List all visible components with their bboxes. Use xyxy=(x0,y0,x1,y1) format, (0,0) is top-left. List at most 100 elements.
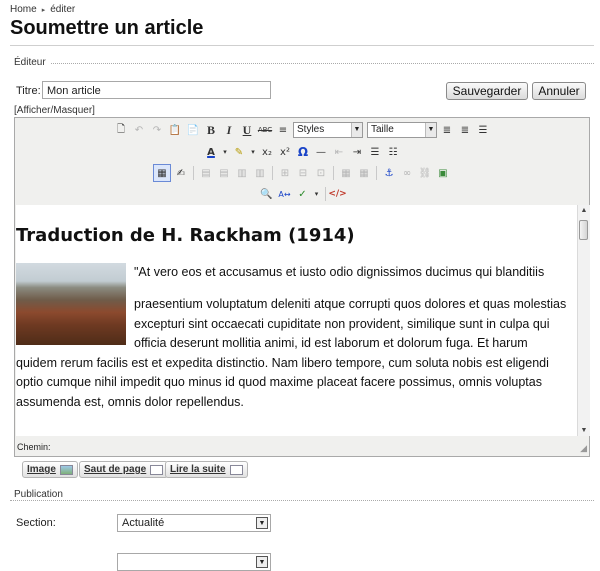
toolbar-separator xyxy=(272,166,273,180)
table-row-after-icon[interactable]: ▤ xyxy=(216,165,232,181)
italic-icon[interactable]: I xyxy=(221,122,237,138)
title-divider xyxy=(10,45,594,46)
anchor-icon[interactable]: ⚓ xyxy=(381,165,397,181)
table-col-before-icon[interactable]: ▥ xyxy=(252,165,268,181)
table-split-icon[interactable]: ⊞ xyxy=(277,165,293,181)
outdent-icon[interactable]: ⇤ xyxy=(331,144,347,160)
new-document-icon[interactable]: 🗋 xyxy=(113,122,129,138)
section-select-value: Actualité xyxy=(122,517,165,529)
align-right-icon[interactable]: ≣ xyxy=(457,122,473,138)
special-character-icon[interactable]: Ω xyxy=(295,144,311,160)
image-icon xyxy=(59,464,73,475)
page-break-button-label: Saut de page xyxy=(84,464,147,475)
table-properties-icon[interactable]: ✍ xyxy=(173,165,189,181)
chevron-down-icon[interactable]: ▾ xyxy=(221,144,229,160)
chevron-down-icon[interactable]: ▾ xyxy=(249,144,257,160)
table-cell-icon[interactable]: ⊡ xyxy=(313,165,329,181)
title-label: Titre: xyxy=(16,85,41,97)
editor-scrollbar[interactable]: ▲ ▼ xyxy=(577,205,590,436)
scroll-up-icon[interactable]: ▲ xyxy=(578,207,590,214)
styles-select[interactable]: Styles ▼ xyxy=(293,122,363,138)
font-size-select[interactable]: Taille ▼ xyxy=(367,122,437,138)
scrollbar-thumb[interactable] xyxy=(579,220,588,240)
paste-word-icon[interactable]: 📄 xyxy=(185,122,201,138)
align-full-icon[interactable]: ☰ xyxy=(475,122,491,138)
toolbar-separator xyxy=(324,187,326,201)
paragraph-2-line-4: quidem rerum facilis est et expedita dis… xyxy=(16,355,549,370)
subscript-icon[interactable]: x₂ xyxy=(259,144,275,160)
insert-image-icon[interactable]: ▣ xyxy=(435,165,451,181)
table-delete-col-icon[interactable]: ▦ xyxy=(356,165,372,181)
toolbar-row-4: 🔍 A↔ ✓ ▾ </> xyxy=(15,184,589,204)
table-col-after-icon[interactable]: ▦ xyxy=(338,165,354,181)
chevron-down-icon: ▼ xyxy=(256,556,268,568)
chevron-down-icon[interactable]: ▾ xyxy=(313,186,321,202)
chevron-down-icon: ▼ xyxy=(351,123,362,137)
unlink-icon[interactable]: ⛓ xyxy=(417,165,433,181)
text-color-icon[interactable]: A xyxy=(203,144,219,160)
publication-fieldset-border xyxy=(10,500,594,501)
numbered-list-icon[interactable]: ☷ xyxy=(385,144,401,160)
paragraph-2-line-1: praesentium voluptatum deleniti atque co… xyxy=(134,297,567,311)
bold-icon[interactable]: B xyxy=(203,122,219,138)
toolbar-separator xyxy=(193,166,194,180)
indent-icon[interactable]: ⇥ xyxy=(349,144,365,160)
table-row-before-icon[interactable]: ▤ xyxy=(198,165,214,181)
resize-grip-icon[interactable]: ◢ xyxy=(580,443,587,454)
table-merge-icon[interactable]: ⊟ xyxy=(295,165,311,181)
page-break-button[interactable]: Saut de page xyxy=(79,461,169,478)
toggle-editor-link[interactable]: [Afficher/Masquer] xyxy=(14,105,95,116)
superscript-icon[interactable]: x² xyxy=(277,144,293,160)
editor-legend: Éditeur xyxy=(10,57,50,68)
paragraph-1: "At vero eos et accusamus et iusto odio … xyxy=(134,265,545,279)
page-break-icon xyxy=(150,464,164,475)
insert-image-button[interactable]: Image xyxy=(22,461,78,478)
read-more-button-label: Lire la suite xyxy=(170,464,226,475)
editor-content-area[interactable]: Traduction de H. Rackham (1914) "At vero… xyxy=(16,205,577,436)
publication-legend: Publication xyxy=(10,489,67,500)
article-heading: Traduction de H. Rackham (1914) xyxy=(16,225,355,246)
horizontal-rule-icon[interactable]: — xyxy=(313,144,329,160)
find-icon[interactable]: 🔍 xyxy=(259,186,275,202)
paste-text-icon[interactable]: 📋 xyxy=(167,122,183,138)
title-input[interactable]: Mon article xyxy=(42,81,271,99)
save-button[interactable]: Sauvegarder xyxy=(446,82,528,100)
link-icon[interactable]: ∞ xyxy=(399,165,415,181)
toolbar-separator xyxy=(376,166,377,180)
breadcrumb-home-link[interactable]: Home xyxy=(10,4,37,15)
highlight-color-icon[interactable]: ✎ xyxy=(231,144,247,160)
align-justify-icon[interactable]: ≡ xyxy=(275,122,291,138)
toolbar-row-3: ▦ ✍ ▤ ▤ ▥ ▥ ⊞ ⊟ ⊡ ▦ ▦ ⚓ ∞ ⛓ ▣ xyxy=(15,163,589,183)
next-field-select[interactable]: ▼ xyxy=(117,553,271,571)
paragraph-2-line-3: officia deserunt mollitia animi, id est … xyxy=(134,336,528,350)
chevron-down-icon: ▼ xyxy=(425,123,436,137)
styles-select-value: Styles xyxy=(297,124,325,135)
insert-image-button-label: Image xyxy=(27,464,56,475)
breadcrumb-separator-icon: ▸ xyxy=(41,6,46,14)
bullet-list-icon[interactable]: ☰ xyxy=(367,144,383,160)
replace-icon[interactable]: A↔ xyxy=(277,186,293,202)
read-more-button[interactable]: Lire la suite xyxy=(165,461,248,478)
undo-icon[interactable]: ↶ xyxy=(131,122,147,138)
paragraph-2-line-5: optio cumque nihil impedit quo minus id … xyxy=(16,375,542,389)
scroll-down-icon[interactable]: ▼ xyxy=(578,427,590,434)
paragraph-2-line-6: assumenda est, omnis dolor repellendus. xyxy=(16,394,244,409)
align-left-icon[interactable]: ≣ xyxy=(439,122,455,138)
cancel-button[interactable]: Annuler xyxy=(532,82,586,100)
page-title: Soumettre un article xyxy=(10,17,204,39)
table-delete-row-icon[interactable]: ▥ xyxy=(234,165,250,181)
breadcrumb-current: éditer xyxy=(50,4,76,15)
paragraph-2-line-2: excepturi sint occaecati cupiditate non … xyxy=(134,316,550,331)
section-select[interactable]: Actualité ▼ xyxy=(117,514,271,532)
spellcheck-icon[interactable]: ✓ xyxy=(295,186,311,202)
breadcrumb: Home ▸ éditer xyxy=(10,4,75,15)
strikethrough-icon[interactable]: ABC xyxy=(257,122,273,138)
redo-icon[interactable]: ↷ xyxy=(149,122,165,138)
toolbar-row-1: 🗋 ↶ ↷ 📋 📄 B I U ABC ≡ Styles ▼ Taille ▼ … xyxy=(15,120,589,140)
section-label: Section: xyxy=(16,517,56,529)
underline-icon[interactable]: U xyxy=(239,122,255,138)
insert-table-icon[interactable]: ▦ xyxy=(153,164,171,182)
read-more-icon xyxy=(229,464,243,475)
editor-fieldset-border xyxy=(10,63,594,64)
html-source-icon[interactable]: </> xyxy=(328,186,346,202)
